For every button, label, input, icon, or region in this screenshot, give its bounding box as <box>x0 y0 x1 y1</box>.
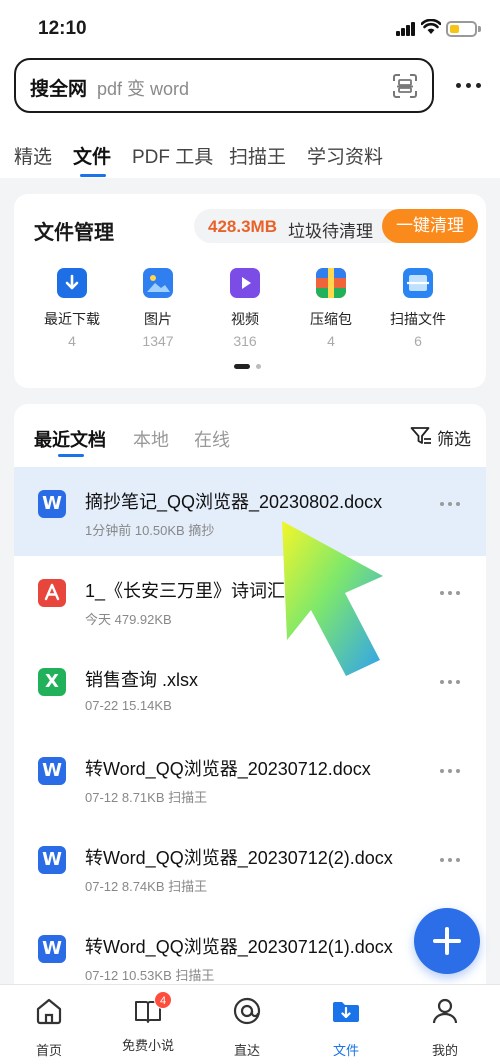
category-label: 压缩包 <box>310 311 352 327</box>
category-recent-downloads[interactable]: 最近下载 4 <box>27 268 117 349</box>
book-icon: 4 <box>132 991 172 1027</box>
nav-label: 直达 <box>233 1043 260 1058</box>
category-count: 6 <box>414 333 422 349</box>
junk-label: 垃圾待清理 <box>288 222 373 241</box>
nav-label: 文件 <box>332 1043 359 1058</box>
more-options-button[interactable] <box>435 761 465 781</box>
file-name: 转Word_QQ浏览器_20230712(1).docx <box>85 937 393 957</box>
file-manager-title: 文件管理 <box>34 222 114 244</box>
category-label: 扫描文件 <box>390 311 446 327</box>
tab-scanner[interactable]: 扫描王 <box>229 142 286 169</box>
category-label: 视频 <box>231 311 259 327</box>
archive-icon <box>316 268 346 298</box>
nav-label: 免费小说 <box>121 1038 174 1053</box>
file-meta: 07-12 10.53KB 扫描王 <box>85 968 215 983</box>
add-button[interactable] <box>414 908 480 974</box>
junk-size: 428.3MB <box>208 217 277 236</box>
word-doc-icon: W <box>38 935 66 963</box>
battery-tip <box>478 26 481 32</box>
profile-icon <box>432 998 458 1024</box>
nav-label: 首页 <box>35 1043 62 1058</box>
more-menu-button[interactable] <box>448 68 488 102</box>
folder-icon <box>333 1002 359 1022</box>
file-name: 转Word_QQ浏览器_20230712.docx <box>85 759 371 779</box>
filter-label: 筛选 <box>437 430 471 449</box>
video-icon <box>230 268 260 298</box>
nav-direct[interactable]: 直达 <box>207 995 287 1059</box>
excel-doc-icon: X <box>38 668 66 696</box>
more-options-button[interactable] <box>435 494 465 514</box>
pdf-doc-icon <box>38 579 66 607</box>
list-item[interactable]: W 转Word_QQ浏览器_20230712(2).docx 07-12 8.7… <box>14 823 486 912</box>
word-doc-icon: W <box>38 846 66 874</box>
tab-study-materials[interactable]: 学习资料 <box>307 142 383 169</box>
category-videos[interactable]: 视频 316 <box>200 268 290 349</box>
battery-icon <box>446 21 477 37</box>
file-meta: 今天 479.92KB <box>85 612 172 627</box>
nav-label: 我的 <box>431 1043 458 1058</box>
subtab-recent-docs[interactable]: 最近文档 <box>34 426 106 452</box>
more-options-button[interactable] <box>435 583 465 603</box>
page-indicator <box>234 364 264 370</box>
category-archives[interactable]: 压缩包 4 <box>286 268 376 349</box>
junk-cleanup-banner[interactable]: 428.3MB 垃圾待清理 一键清理 <box>194 209 478 243</box>
direct-icon <box>233 997 261 1025</box>
status-bar: 12:10 <box>0 0 500 56</box>
search-brand: 搜全网 <box>30 79 88 100</box>
list-item[interactable]: X 销售查询 .xlsx 07-22 15.14KB <box>14 645 486 734</box>
nav-free-novels[interactable]: 4 免费小说 <box>108 991 188 1054</box>
scan-file-icon <box>403 268 433 298</box>
file-name: 1_《长安三万里》诗词汇 <box>85 581 286 601</box>
category-label: 最近下载 <box>44 311 100 327</box>
category-count: 4 <box>327 333 335 349</box>
scan-icon[interactable] <box>392 73 418 99</box>
file-name: 销售查询 .xlsx <box>85 670 199 690</box>
more-options-button[interactable] <box>435 850 465 870</box>
file-name: 转Word_QQ浏览器_20230712(2).docx <box>85 848 393 868</box>
notification-badge: 4 <box>154 991 172 1009</box>
image-icon <box>143 268 173 298</box>
search-bar[interactable]: 搜全网 pdf 变 word <box>14 58 434 113</box>
list-item[interactable]: W 转Word_QQ浏览器_20230712.docx 07-12 8.71KB… <box>14 734 486 823</box>
file-meta: 07-12 8.71KB 扫描王 <box>85 790 208 805</box>
top-area: 12:10 搜全网 pdf 变 word 精选 文件 PDF 工具 扫描王 学习… <box>0 0 500 178</box>
tab-pdf-tools[interactable]: PDF 工具 <box>132 142 213 169</box>
file-meta: 07-22 15.14KB <box>85 698 172 713</box>
tab-active-indicator <box>80 174 106 177</box>
tab-featured[interactable]: 精选 <box>14 142 52 169</box>
nav-home[interactable]: 首页 <box>9 995 89 1059</box>
one-click-clean-button[interactable]: 一键清理 <box>382 209 478 243</box>
file-meta: 07-12 8.74KB 扫描王 <box>85 879 208 894</box>
nav-files[interactable]: 文件 <box>306 995 386 1059</box>
list-item[interactable]: 1_《长安三万里》诗词汇 今天 479.92KB <box>14 556 486 645</box>
word-doc-icon: W <box>38 490 66 518</box>
category-count: 4 <box>68 333 76 349</box>
bottom-nav: 首页 4 免费小说 直达 文件 我的 <box>0 984 500 1064</box>
tab-files[interactable]: 文件 <box>73 142 111 169</box>
word-doc-icon: W <box>38 757 66 785</box>
category-count: 1347 <box>142 333 174 349</box>
file-manager-card: 文件管理 428.3MB 垃圾待清理 一键清理 最近下载 4 图片 1347 视… <box>14 194 486 388</box>
subtab-active-indicator <box>58 454 84 457</box>
filter-icon <box>410 427 431 444</box>
download-icon <box>57 268 87 298</box>
nav-profile[interactable]: 我的 <box>405 995 485 1059</box>
file-name: 摘抄笔记_QQ浏览器_20230802.docx <box>85 492 383 512</box>
status-time: 12:10 <box>38 18 87 39</box>
category-images[interactable]: 图片 1347 <box>113 268 203 349</box>
file-meta: 1分钟前 10.50KB 摘抄 <box>85 523 215 538</box>
search-input[interactable]: pdf 变 word <box>97 75 189 101</box>
subtab-local[interactable]: 本地 <box>133 426 169 452</box>
top-tabs: 精选 文件 PDF 工具 扫描王 学习资料 <box>0 142 500 178</box>
category-label: 图片 <box>144 311 172 327</box>
category-count: 316 <box>233 333 257 349</box>
recent-documents-card: 最近文档 本地 在线 筛选 W 摘抄笔记_QQ浏览器_20230802.docx… <box>14 404 486 1004</box>
category-scanned-files[interactable]: 扫描文件 6 <box>373 268 463 349</box>
subtab-online[interactable]: 在线 <box>194 426 230 452</box>
signal-icon <box>396 22 416 36</box>
home-icon <box>36 998 62 1025</box>
more-options-button[interactable] <box>435 672 465 692</box>
wifi-icon <box>421 19 441 34</box>
list-item[interactable]: W 摘抄笔记_QQ浏览器_20230802.docx 1分钟前 10.50KB … <box>14 467 486 556</box>
